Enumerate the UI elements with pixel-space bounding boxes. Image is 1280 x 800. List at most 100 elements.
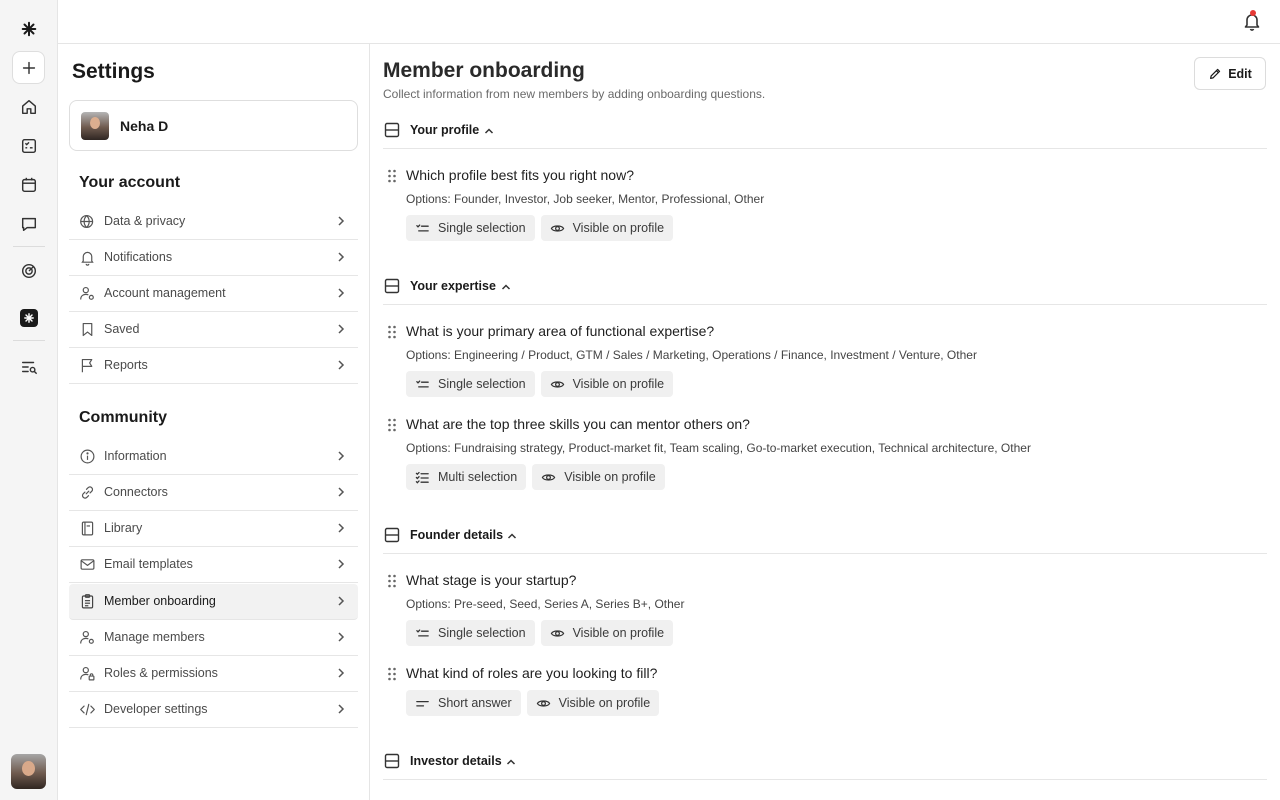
plus-icon[interactable]	[12, 51, 45, 84]
user-avatar[interactable]	[11, 754, 46, 789]
clipboard-icon	[81, 594, 94, 609]
group-your-profile[interactable]: Your profile	[383, 117, 1267, 149]
nav-label: Connectors	[104, 485, 168, 499]
notification-dot	[1250, 10, 1256, 16]
chevron-right-icon	[338, 559, 345, 569]
chip-label: Visible on profile	[572, 626, 665, 640]
group-your-expertise[interactable]: Your expertise	[383, 273, 1267, 305]
nav-label: Data & privacy	[104, 214, 186, 228]
edit-button[interactable]: Edit	[1194, 57, 1266, 90]
nav-label: Reports	[104, 358, 148, 372]
drag-handle-icon[interactable]	[387, 325, 397, 339]
chip-label: Single selection	[438, 221, 526, 235]
brand-logo-icon[interactable]	[12, 12, 45, 45]
code-icon	[80, 703, 95, 716]
edit-label: Edit	[1228, 66, 1252, 81]
nav-data-privacy[interactable]: Data & privacy	[69, 204, 358, 240]
nav-developer-settings[interactable]: Developer settings	[69, 692, 358, 728]
chip-label: Short answer	[438, 696, 512, 710]
tasks-icon[interactable]	[12, 129, 45, 162]
nav-reports[interactable]: Reports	[69, 348, 358, 384]
group-founder-details[interactable]: Founder details	[383, 522, 1267, 554]
home-icon[interactable]	[12, 90, 45, 123]
nav-email-templates[interactable]: Email templates	[69, 547, 358, 583]
bell-icon	[81, 251, 94, 266]
chip-label: Multi selection	[438, 470, 518, 484]
chip-label: Single selection	[438, 626, 526, 640]
nav-notifications[interactable]: Notifications	[69, 240, 358, 276]
chevron-right-icon	[338, 704, 345, 714]
chevron-up-icon[interactable]	[484, 126, 494, 136]
drag-handle-icon[interactable]	[387, 169, 397, 183]
search-list-icon[interactable]	[12, 350, 45, 383]
nav-library[interactable]: Library	[69, 511, 358, 547]
profile-avatar	[81, 112, 109, 140]
chevron-up-icon[interactable]	[506, 757, 516, 767]
section-icon	[384, 527, 400, 543]
single-select-icon	[416, 379, 429, 387]
calendar-icon[interactable]	[12, 168, 45, 201]
nav-label: Roles & permissions	[104, 666, 218, 680]
chevron-right-icon	[338, 360, 345, 370]
settings-title: Settings	[72, 60, 155, 83]
nav-saved[interactable]: Saved	[69, 312, 358, 348]
single-select-icon	[416, 223, 429, 231]
nav-connectors[interactable]: Connectors	[69, 475, 358, 511]
bookmark-icon	[82, 322, 93, 337]
eye-icon	[536, 699, 550, 707]
chevron-right-icon	[338, 596, 345, 606]
drag-handle-icon[interactable]	[387, 574, 397, 588]
chip-label: Visible on profile	[558, 696, 651, 710]
group-label: Investor details	[410, 754, 502, 768]
chevron-right-icon	[338, 487, 345, 497]
nav-label: Saved	[104, 322, 140, 336]
info-icon	[80, 449, 95, 464]
group-label: Your expertise	[410, 279, 496, 293]
mail-icon	[80, 559, 95, 570]
question-options: Options: Fundraising strategy, Product-m…	[406, 441, 1031, 455]
nav-member-onboarding[interactable]: Member onboarding	[69, 584, 358, 620]
analytics-icon[interactable]	[12, 254, 45, 287]
group-investor-details[interactable]: Investor details	[383, 748, 1267, 780]
group-label: Your profile	[410, 123, 480, 137]
chat-icon[interactable]	[12, 207, 45, 240]
chip-label: Visible on profile	[564, 470, 656, 484]
question-options: Options: Pre-seed, Seed, Series A, Serie…	[406, 597, 685, 611]
visibility-chip: Visible on profile	[540, 371, 674, 397]
chevron-up-icon[interactable]	[507, 531, 517, 541]
pencil-icon	[1210, 68, 1221, 79]
question-title: What is your primary area of functional …	[406, 323, 715, 339]
user-gear-icon	[80, 286, 94, 300]
question-type-chip: Single selection	[406, 215, 535, 241]
visibility-chip: Visible on profile	[526, 690, 660, 716]
nav-label: Email templates	[104, 557, 193, 571]
brand-app-icon[interactable]	[12, 301, 45, 334]
nav-manage-members[interactable]: Manage members	[69, 620, 358, 656]
nav-label: Developer settings	[104, 702, 208, 716]
question-title: What are the top three skills you can me…	[406, 416, 750, 432]
chevron-up-icon[interactable]	[501, 282, 511, 292]
nav-information[interactable]: Information	[69, 439, 358, 475]
nav-label: Account management	[104, 286, 226, 300]
nav-roles-permissions[interactable]: Roles & permissions	[69, 656, 358, 692]
nav-label: Library	[104, 521, 143, 535]
short-answer-icon	[416, 700, 429, 706]
nav-account-management[interactable]: Account management	[69, 276, 358, 312]
chevron-right-icon	[338, 451, 345, 461]
section-icon	[384, 753, 400, 769]
question-type-chip: Single selection	[406, 371, 535, 397]
visibility-chip: Visible on profile	[540, 620, 674, 646]
drag-handle-icon[interactable]	[387, 667, 397, 681]
question-title: Which profile best fits you right now?	[406, 167, 634, 183]
chip-label: Visible on profile	[572, 377, 665, 391]
eye-icon	[550, 380, 564, 388]
group-label: Founder details	[410, 528, 504, 542]
chevron-right-icon	[338, 632, 345, 642]
section-icon	[384, 122, 400, 138]
profile-card[interactable]: Neha D	[69, 100, 358, 151]
drag-handle-icon[interactable]	[387, 418, 397, 432]
question-title: What kind of roles are you looking to fi…	[406, 665, 658, 681]
account-heading: Your account	[79, 174, 181, 191]
nav-label: Member onboarding	[104, 594, 216, 608]
flag-icon	[81, 358, 93, 373]
